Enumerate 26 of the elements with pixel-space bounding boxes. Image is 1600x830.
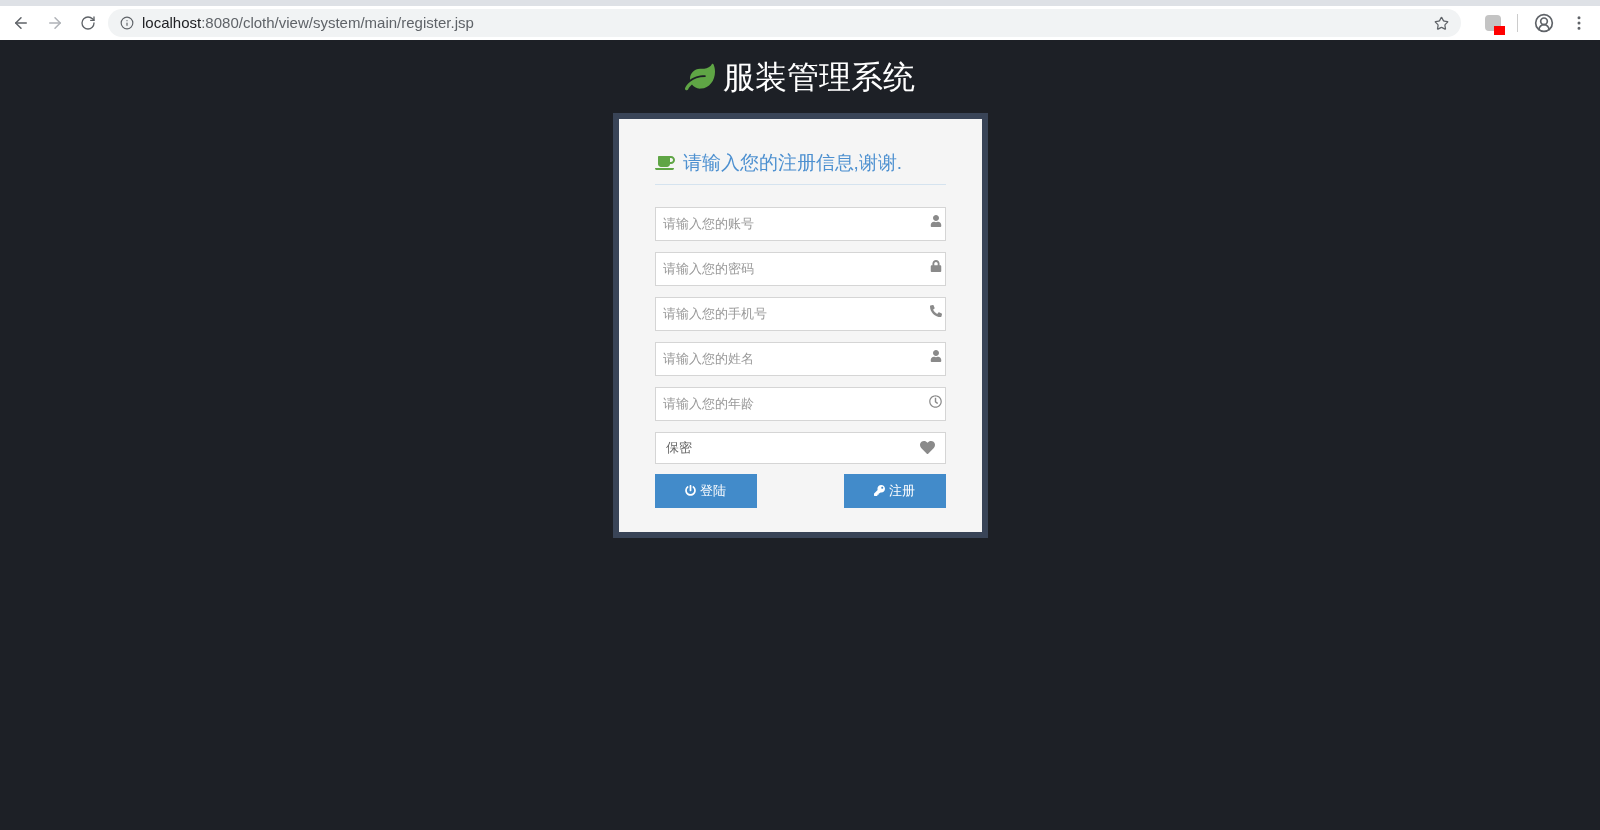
login-button[interactable]: 登陆: [654, 473, 757, 508]
form-heading: 请输入您的注册信息,谢谢.: [682, 151, 903, 175]
user-icon: [929, 349, 942, 362]
heart-icon: [919, 440, 935, 455]
address-bar[interactable]: localhost:8080/cloth/view/system/main/register.jsp: [108, 9, 1461, 37]
info-icon: [120, 16, 134, 30]
clock-icon: [928, 394, 942, 408]
user-icon: [929, 214, 942, 227]
back-icon[interactable]: [12, 14, 30, 32]
leaf-logo-icon: [685, 62, 715, 92]
gender-select[interactable]: 保密: [654, 431, 946, 464]
lock-icon: [929, 259, 942, 272]
power-icon: [685, 485, 696, 496]
input-field[interactable]: 请输入您的账号: [654, 206, 946, 241]
input-field[interactable]: 请输入您的姓名: [654, 341, 946, 376]
input-field[interactable]: 请输入您的密码: [654, 251, 946, 286]
app-title: 服装管理系统: [723, 61, 915, 93]
bookmark-star-icon[interactable]: [1434, 15, 1449, 31]
key-icon: [874, 485, 885, 496]
url-text: localhost:8080/cloth/view/system/main/register.jsp: [142, 12, 474, 33]
input-field[interactable]: 请输入您的年龄: [654, 386, 946, 421]
input-field[interactable]: 请输入您的手机号: [654, 296, 946, 331]
reload-icon[interactable]: [80, 15, 96, 31]
phone-icon: [929, 304, 942, 317]
register-button[interactable]: 注册: [843, 473, 946, 508]
profile-icon[interactable]: [1534, 13, 1554, 33]
